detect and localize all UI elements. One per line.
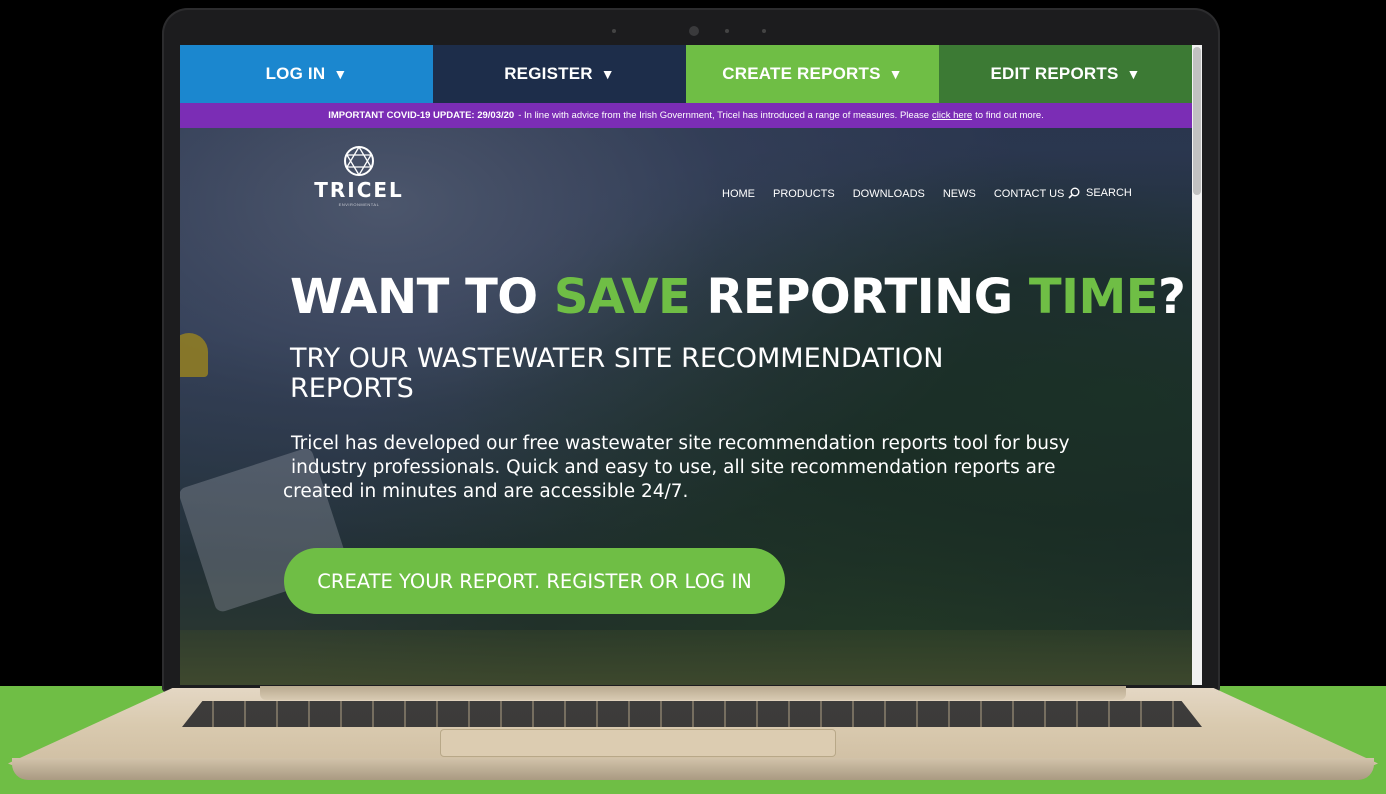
login-tab[interactable]: LOG IN ▼	[180, 45, 433, 103]
dropdown-arrow-icon: ▼	[888, 66, 903, 82]
webcam	[689, 26, 699, 36]
laptop-keyboard	[182, 701, 1202, 727]
nav-products[interactable]: PRODUCTS	[773, 188, 835, 200]
headline-text: REPORTING	[690, 269, 1029, 325]
covid-click-here-link[interactable]: click here	[932, 110, 972, 121]
tricel-logo[interactable]: TRICEL ENVIRONMENTAL	[308, 145, 410, 207]
description-line: created in minutes and are accessible 24…	[283, 481, 689, 502]
create-reports-tab[interactable]: CREATE REPORTS ▼	[686, 45, 939, 103]
nav-downloads[interactable]: DOWNLOADS	[853, 188, 925, 200]
covid-banner-text-after: to find out more.	[975, 110, 1044, 121]
headline-text: ?	[1158, 269, 1186, 325]
description-line: industry professionals. Quick and easy t…	[291, 457, 1056, 478]
search-button[interactable]: SEARCH	[1068, 187, 1132, 199]
sensor-dot	[762, 29, 766, 33]
dropdown-arrow-icon: ▼	[600, 66, 615, 82]
headline-highlight: TIME	[1028, 269, 1159, 325]
covid-banner-text: - In line with advice from the Irish Gov…	[518, 110, 930, 121]
nav-home[interactable]: HOME	[722, 188, 755, 200]
headline-text: WANT TO	[290, 269, 554, 325]
edit-reports-tab-label: EDIT REPORTS	[990, 64, 1119, 83]
register-tab[interactable]: REGISTER ▼	[433, 45, 686, 103]
search-label: SEARCH	[1086, 187, 1132, 199]
description-line: Tricel has developed our free wastewater…	[291, 433, 1070, 454]
laptop-screen: LOG IN ▼ REGISTER ▼ CREATE REPORTS ▼ EDI…	[180, 45, 1202, 685]
hero-description: Tricel has developed our free wastewater…	[283, 432, 1103, 504]
edit-reports-tab[interactable]: EDIT REPORTS ▼	[939, 45, 1192, 103]
covid-banner: IMPORTANT COVID-19 UPDATE: 29/03/20 - In…	[180, 103, 1192, 128]
logo-subtitle: ENVIRONMENTAL	[338, 202, 380, 207]
scrollbar-thumb[interactable]	[1193, 47, 1201, 195]
dropdown-arrow-icon: ▼	[1126, 66, 1141, 82]
hero-subheading: TRY OUR WASTEWATER SITE RECOMMENDATION R…	[290, 343, 944, 404]
covid-banner-title: IMPORTANT COVID-19 UPDATE: 29/03/20	[328, 110, 515, 121]
search-icon	[1068, 187, 1080, 199]
hero-headline: WANT TO SAVE REPORTING TIME?	[290, 269, 1186, 325]
sensor-dot	[612, 29, 616, 33]
login-tab-label: LOG IN	[265, 64, 326, 83]
scrollbar[interactable]	[1192, 45, 1202, 685]
nav-contact-us[interactable]: CONTACT US	[994, 188, 1065, 200]
laptop-hinge	[260, 686, 1126, 700]
nav-news[interactable]: NEWS	[943, 188, 976, 200]
dropdown-arrow-icon: ▼	[333, 66, 348, 82]
create-reports-tab-label: CREATE REPORTS	[722, 64, 881, 83]
headline-highlight: SAVE	[553, 269, 691, 325]
create-report-cta-button[interactable]: CREATE YOUR REPORT. REGISTER OR LOG IN	[284, 548, 785, 614]
register-tab-label: REGISTER	[504, 64, 593, 83]
sensor-dot	[725, 29, 729, 33]
globe-logo-icon	[344, 145, 374, 177]
logo-wordmark: TRICEL	[314, 178, 404, 202]
main-nav: HOME PRODUCTS DOWNLOADS NEWS CONTACT US	[722, 188, 1082, 200]
top-action-bar: LOG IN ▼ REGISTER ▼ CREATE REPORTS ▼ EDI…	[180, 45, 1192, 103]
laptop-base-edge	[12, 758, 1374, 780]
laptop-trackpad	[440, 729, 836, 757]
